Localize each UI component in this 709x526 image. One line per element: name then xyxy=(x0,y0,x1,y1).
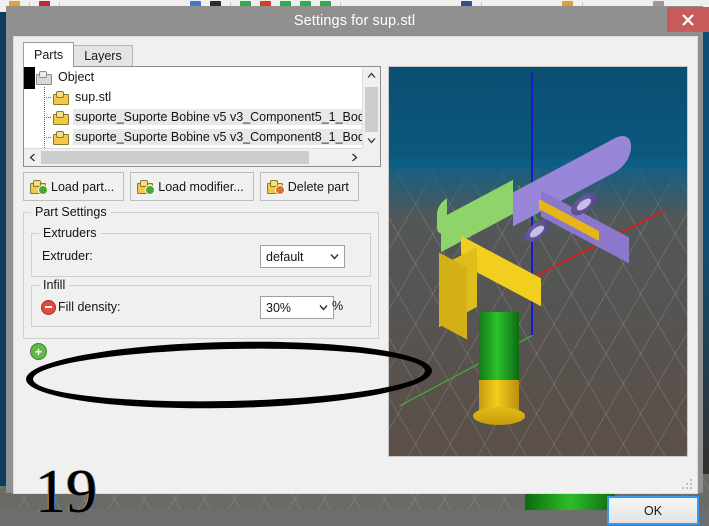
load-modifier-label: Load modifier... xyxy=(158,179,244,194)
minus-circle-icon[interactable] xyxy=(41,299,56,315)
chevron-right-icon xyxy=(352,153,358,162)
parts-panel: Object sup.stl suporte_Suporte Bobine v5… xyxy=(23,66,381,523)
model-part-cylinder-foot xyxy=(473,407,525,425)
tree-horizontal-scrollbar[interactable] xyxy=(24,148,363,166)
fill-density-select[interactable]: 30% xyxy=(260,296,334,319)
model-part-green-cylinder xyxy=(479,312,519,380)
extruder-select[interactable]: default xyxy=(260,245,345,268)
tab-layers-label: Layers xyxy=(84,49,122,63)
tree-item-label: suporte_Suporte Bobine v5 v3_Component8_… xyxy=(73,129,374,145)
tree-row[interactable]: suporte_Suporte Bobine v5 v3_Component5_… xyxy=(24,107,374,127)
annotation-step-number: 19 xyxy=(35,458,97,526)
scroll-up-button[interactable] xyxy=(363,67,380,84)
object-brick-icon xyxy=(36,70,52,85)
ok-button[interactable]: OK xyxy=(607,496,699,525)
model-part-green xyxy=(441,179,513,253)
object-tree[interactable]: Object sup.stl suporte_Suporte Bobine v5… xyxy=(23,66,381,167)
tree-guide-dash xyxy=(44,97,51,98)
tree-item-label: sup.stl xyxy=(75,90,112,104)
part-settings-label: Part Settings xyxy=(31,205,111,219)
load-part-label: Load part... xyxy=(51,179,115,194)
part-action-buttons: Load part... Load modifier... Delete par… xyxy=(23,172,359,201)
scroll-left-button[interactable] xyxy=(24,149,41,166)
chevron-left-icon xyxy=(29,153,35,162)
fill-density-label: Fill density: xyxy=(58,300,121,314)
settings-dialog: Parts Layers Object sup.stl suporte_Supo… xyxy=(13,36,699,525)
tree-vertical-scrollbar[interactable] xyxy=(362,67,380,149)
part-brick-icon xyxy=(53,90,69,105)
chevron-down-icon xyxy=(330,254,339,260)
scroll-thumb-vertical[interactable] xyxy=(365,87,378,132)
load-part-button[interactable]: Load part... xyxy=(23,172,125,201)
infill-group: Infill Fill density: 30% % xyxy=(31,278,371,327)
tree-row[interactable]: sup.stl xyxy=(24,87,363,107)
3d-preview[interactable] xyxy=(388,66,688,457)
fill-density-value: 30% xyxy=(266,300,292,315)
extruders-group: Extruders Extruder: default xyxy=(31,226,371,277)
scroll-thumb-horizontal[interactable] xyxy=(41,151,309,164)
chevron-down-icon xyxy=(367,138,376,144)
plus-circle-icon[interactable]: + xyxy=(30,343,47,360)
scroll-track-horizontal[interactable] xyxy=(41,149,346,166)
load-modifier-button[interactable]: Load modifier... xyxy=(130,172,254,201)
delete-part-icon xyxy=(266,179,285,195)
extruder-select-value: default xyxy=(266,249,304,264)
part-settings-group: Part Settings Extruders Extruder: defaul… xyxy=(23,205,379,339)
background-green-object xyxy=(525,492,615,510)
scroll-right-button[interactable] xyxy=(346,149,363,166)
tab-parts[interactable]: Parts xyxy=(23,42,75,67)
tree-guide-dash xyxy=(44,137,51,138)
tab-layers[interactable]: Layers xyxy=(73,45,133,67)
tree-row[interactable]: Object xyxy=(24,67,363,87)
close-button[interactable] xyxy=(667,7,709,32)
ok-button-label: OK xyxy=(643,503,663,518)
tab-parts-label: Parts xyxy=(34,48,64,62)
delete-part-button[interactable]: Delete part xyxy=(259,172,359,201)
fill-density-unit: % xyxy=(332,299,344,313)
chevron-down-icon xyxy=(319,305,328,311)
resize-grip[interactable] xyxy=(681,478,693,490)
tree-item-label: Object xyxy=(58,70,95,84)
infill-label: Infill xyxy=(39,278,70,292)
part-brick-icon xyxy=(53,130,69,145)
scrollbar-corner xyxy=(363,149,380,166)
model-part-yellow-block xyxy=(439,252,467,340)
part-brick-icon xyxy=(53,110,69,125)
close-icon xyxy=(682,14,694,26)
window-title: Settings for sup.stl xyxy=(293,13,416,29)
load-part-icon xyxy=(30,179,48,195)
window-title-bar[interactable]: Settings for sup.stl xyxy=(6,6,709,36)
load-modifier-icon xyxy=(137,179,156,195)
tree-item-label: suporte_Suporte Bobine v5 v3_Component5_… xyxy=(73,109,374,125)
extruder-label: Extruder: xyxy=(42,249,93,263)
chevron-up-icon xyxy=(367,72,376,78)
model-mesh[interactable] xyxy=(389,67,687,456)
extruders-label: Extruders xyxy=(39,226,101,240)
tree-row[interactable]: suporte_Suporte Bobine v5 v3_Component8_… xyxy=(24,127,374,147)
tree-guide-dash xyxy=(44,117,51,118)
tab-strip: Parts Layers xyxy=(23,42,133,67)
delete-part-label: Delete part xyxy=(287,179,349,194)
scroll-down-button[interactable] xyxy=(363,132,380,149)
